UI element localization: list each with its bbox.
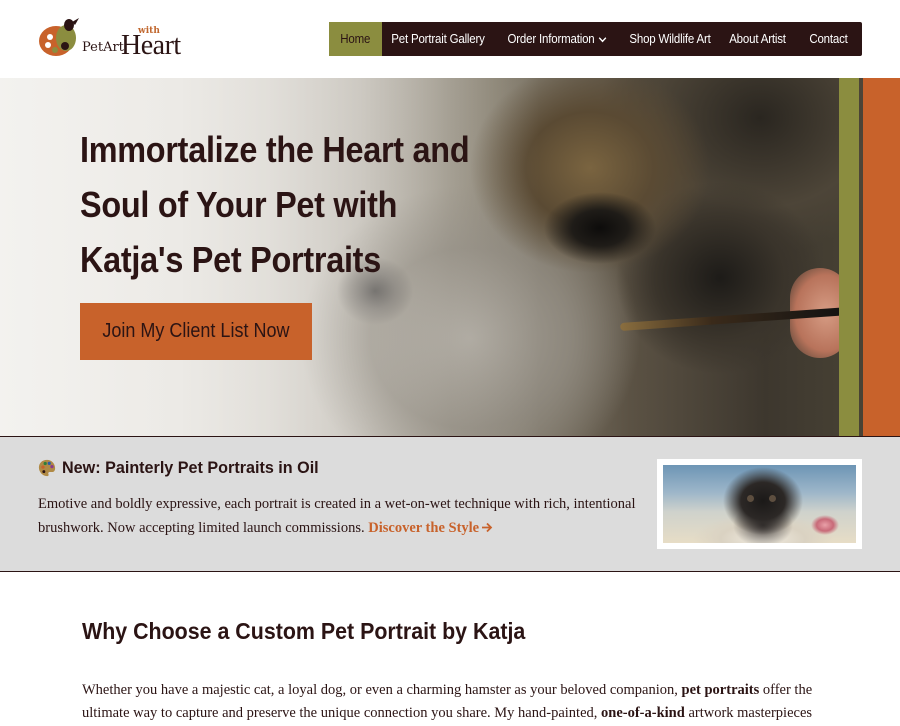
why-choose-paragraph: Whether you have a majestic cat, a loyal… — [82, 679, 822, 726]
nav-shop-label: Shop Wildlife Art — [629, 32, 711, 46]
hero-title-line-3: Katja's Pet Portraits — [80, 239, 381, 280]
join-client-list-button[interactable]: Join My Client List Now — [80, 303, 312, 360]
why-text-bold-one-of-a-kind: one-of-a-kind — [601, 705, 685, 721]
discover-the-style-label: Discover the Style — [368, 520, 480, 536]
nav-order-information[interactable]: Order Information — [499, 22, 615, 56]
discover-the-style-link[interactable]: Discover the Style — [368, 520, 493, 536]
nav-order-label: Order Information — [507, 32, 595, 46]
nav-about-label: About Artist — [729, 32, 786, 46]
why-choose-heading: Why Choose a Custom Pet Portrait by Katj… — [82, 618, 526, 644]
palette-icon — [38, 459, 56, 477]
arrow-right-icon — [482, 522, 493, 533]
announcement-band: New: Painterly Pet Portraits in Oil Emot… — [0, 436, 900, 572]
painting-detail — [747, 495, 754, 502]
nav-home-label: Home — [340, 32, 371, 46]
announcement-title: New: Painterly Pet Portraits in Oil — [38, 458, 332, 478]
nav-contact-label: Contact — [809, 32, 848, 46]
announcement-image-frame[interactable] — [657, 459, 862, 549]
site-header: with PetArt Heart Home Pet Portrait Gall… — [0, 0, 900, 78]
nav-about-artist[interactable]: About Artist — [723, 22, 792, 56]
nav-shop-wildlife-art[interactable]: Shop Wildlife Art — [624, 22, 716, 56]
site-logo[interactable]: with PetArt Heart — [38, 16, 198, 64]
painting-detail — [769, 495, 776, 502]
chevron-down-icon — [598, 36, 607, 42]
palette-logo-icon — [39, 18, 79, 56]
logo-petart-text: PetArt — [82, 40, 124, 55]
hero-title-line-2: Soul of Your Pet with — [80, 184, 398, 225]
nav-pet-portrait-gallery[interactable]: Pet Portrait Gallery — [386, 22, 489, 56]
nav-contact[interactable]: Contact — [798, 22, 860, 56]
main-nav: Home Pet Portrait Gallery Order Informat… — [329, 22, 862, 56]
hero-title: Immortalize the Heart and Soul of Your P… — [80, 122, 476, 287]
join-client-list-label: Join My Client List Now — [102, 320, 290, 342]
logo-heart-text: Heart — [121, 30, 181, 61]
hero-title-line-1: Immortalize the Heart and — [80, 129, 470, 170]
hero-orange-stripe — [863, 78, 900, 436]
why-text-bold-pet-portraits: pet portraits — [681, 682, 760, 698]
hero-olive-stripe — [839, 78, 859, 436]
hero-section: Immortalize the Heart and Soul of Your P… — [0, 78, 900, 436]
announcement-text: Emotive and boldly expressive, each port… — [38, 492, 638, 540]
nav-home[interactable]: Home — [329, 22, 382, 56]
announcement-heading: New: Painterly Pet Portraits in Oil — [62, 458, 319, 477]
french-bulldog-oil-painting-image — [663, 465, 856, 543]
announcement-body: Emotive and boldly expressive, each port… — [38, 496, 636, 536]
nav-gallery-label: Pet Portrait Gallery — [391, 32, 485, 46]
why-text-a: Whether you have a majestic cat, a loyal… — [82, 682, 678, 698]
